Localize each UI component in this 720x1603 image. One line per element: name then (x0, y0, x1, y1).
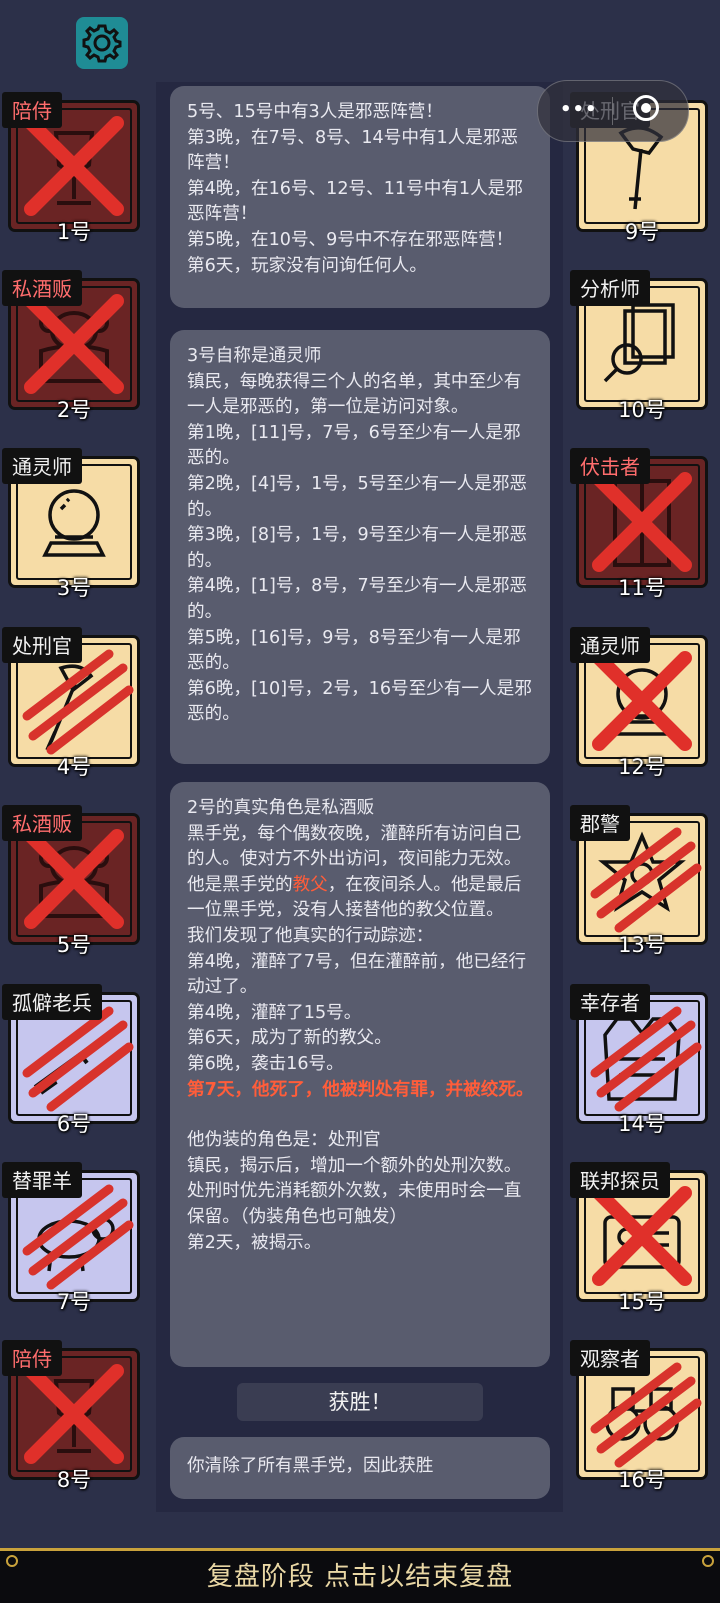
message-card-1: 5号、15号中有3人是邪恶阵营！ 第3晚，在7号、8号、14号中有1人是邪恶阵营… (170, 86, 550, 308)
role-label: 幸存者 (570, 984, 650, 1020)
message-line: 5号、15号中有3人是邪恶阵营！ (187, 102, 443, 122)
gear-icon (82, 24, 122, 63)
player-card-8[interactable]: 陪侍 8号 (2, 1340, 142, 1498)
message-line: 第2晚，[4]号，1号，5号至少有一人是邪恶的。 (187, 473, 528, 520)
player-number: 14号 (618, 1112, 666, 1136)
player-card-4[interactable]: 处刑官 4号 (2, 627, 142, 785)
player-number: 5号 (56, 933, 92, 957)
role-label: 通灵师 (570, 627, 650, 663)
player-number: 6号 (56, 1112, 92, 1136)
player-number: 3号 (56, 576, 92, 600)
role-label: 私酒贩 (2, 805, 82, 841)
message-line: 3号自称是通灵师 (187, 346, 322, 366)
player-number: 8号 (56, 1468, 92, 1492)
message-line: 第2天，被揭示。 (187, 1232, 322, 1253)
role-label: 陪侍 (2, 1340, 62, 1376)
player-number: 4号 (56, 755, 92, 779)
mini-program-capsule[interactable]: ••• (537, 80, 689, 142)
player-number: 10号 (618, 398, 666, 422)
player-card-10[interactable]: 分析师 10号 (570, 270, 710, 428)
player-card-1[interactable]: 陪侍 1号 (2, 92, 142, 250)
role-label: 陪侍 (2, 92, 62, 128)
settings-button[interactable] (76, 17, 128, 69)
role-label: 伏击者 (570, 448, 650, 484)
message-line: 镇民，揭示后，增加一个额外的处刑次数。处刑时优先消耗额外次数，未使用时会一直保留… (187, 1155, 522, 1227)
player-number: 7号 (56, 1290, 92, 1314)
victory-banner: 获胜！ (237, 1383, 483, 1421)
player-number: 15号 (618, 1290, 666, 1314)
message-line: 第5晚，在10号、9号中不存在邪恶阵营！ (187, 229, 514, 250)
death-line: 第7天，他死了，他被判处有罪，并被绞死。 (187, 1079, 534, 1100)
role-label: 通灵师 (2, 448, 82, 484)
message-line: 第1晚，[11]号，7号，6号至少有一人是邪恶的。 (187, 422, 521, 469)
message-line: 他是黑手党的教父，在夜间杀人。他是最后一位黑手党，没有人接替他的教父位置。 (187, 873, 534, 924)
player-card-16[interactable]: 观察者 16号 (570, 1340, 710, 1498)
message-line: 2号的真实角色是私酒贩 (187, 798, 375, 818)
role-label: 联邦探员 (570, 1162, 670, 1198)
player-number: 16号 (618, 1468, 666, 1492)
message-line: 第6天，玩家没有问询任何人。 (187, 255, 427, 276)
player-card-15[interactable]: 联邦探员 15号 (570, 1162, 710, 1320)
role-label: 替罪羊 (2, 1162, 82, 1198)
close-target-icon[interactable] (633, 95, 659, 121)
player-number: 2号 (56, 398, 92, 422)
message-line: 第3晚，[8]号，1号，9号至少有一人是邪恶的。 (187, 525, 528, 571)
player-card-6[interactable]: 孤僻老兵 6号 (2, 984, 142, 1142)
message-line: 第5晚，[16]号，9号，8号至少有一人是邪恶的。 (187, 627, 521, 674)
player-card-13[interactable]: 郡警 13号 (570, 805, 710, 963)
player-number: 1号 (56, 220, 92, 244)
message-card-4: 你清除了所有黑手党，因此获胜 (170, 1437, 550, 1499)
message-line: 第4晚，在16号、12号、11号中有1人是邪恶阵营！ (187, 178, 523, 225)
role-label: 处刑官 (2, 627, 82, 663)
message-line: 我们发现了他真实的行动踪迹： (187, 925, 434, 946)
message-line: 镇民，每晚获得三个人的名单，其中至少有一人是邪恶的，第一位是访问对象。 (187, 371, 522, 418)
message-line: 第6天，成为了新的教父。 (187, 1028, 392, 1049)
message-line: 他伪装的角色是：处刑官 (187, 1130, 381, 1151)
player-card-3[interactable]: 通灵师 3号 (2, 448, 142, 606)
player-number: 11号 (618, 576, 666, 600)
text-span: 他是黑手党的 (187, 874, 293, 895)
role-label: 私酒贩 (2, 270, 82, 306)
player-card-11[interactable]: 伏击者 11号 (570, 448, 710, 606)
message-line: 黑手党，每个偶数夜晚，灌醉所有访问自己的人。使对方不外出访问，夜间能力无效。 (187, 823, 522, 870)
player-card-5[interactable]: 私酒贩 5号 (2, 805, 142, 963)
message-card-3: 2号的真实角色是私酒贩 黑手党，每个偶数夜晚，灌醉所有访问自己的人。使对方不外出… (170, 782, 550, 1367)
capsule-divider (612, 97, 613, 125)
message-line: 你清除了所有黑手党，因此获胜 (187, 1456, 434, 1476)
role-label: 分析师 (570, 270, 650, 306)
player-number: 13号 (618, 933, 666, 957)
end-review-button[interactable]: 复盘阶段 点击以结束复盘 (0, 1548, 720, 1603)
message-line: 第4晚，[1]号，8号，7号至少有一人是邪恶的。 (187, 576, 528, 622)
role-label: 孤僻老兵 (2, 984, 102, 1020)
message-line: 第6晚，[10]号，2号，16号至少有一人是邪恶的。 (187, 678, 532, 725)
player-card-2[interactable]: 私酒贩 2号 (2, 270, 142, 428)
player-card-14[interactable]: 幸存者 14号 (570, 984, 710, 1142)
message-line: 第4晚，灌醉了15号。 (187, 1002, 362, 1023)
message-card-2: 3号自称是通灵师 镇民，每晚获得三个人的名单，其中至少有一人是邪恶的，第一位是访… (170, 330, 550, 764)
role-label: 郡警 (570, 805, 630, 841)
role-label: 观察者 (570, 1340, 650, 1376)
message-line: 第4晚，灌醉了7号，但在灌醉前，他已经行动过了。 (187, 951, 527, 998)
godfather-highlight: 教父 (292, 874, 328, 895)
more-menu-icon[interactable]: ••• (560, 99, 598, 120)
message-line: 第3晚，在7号、8号、14号中有1人是邪恶阵营！ (187, 127, 519, 174)
message-line: 第6晚，袭击16号。 (187, 1053, 344, 1074)
player-card-7[interactable]: 替罪羊 7号 (2, 1162, 142, 1320)
player-number: 9号 (624, 220, 660, 244)
player-card-12[interactable]: 通灵师 12号 (570, 627, 710, 785)
player-number: 12号 (618, 755, 666, 779)
